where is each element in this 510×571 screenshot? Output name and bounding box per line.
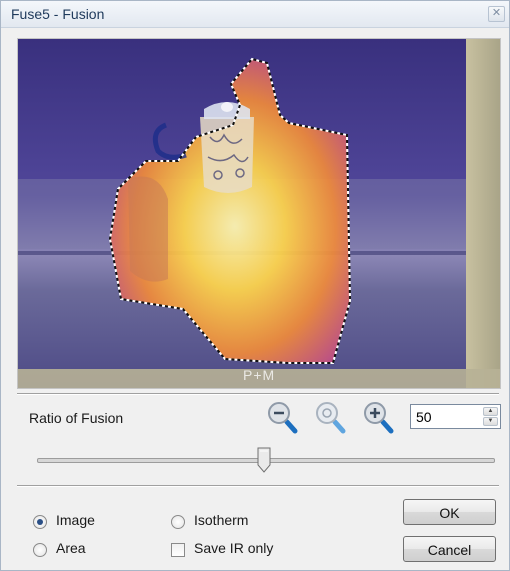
fusion-dialog: Fuse5 - Fusion ✕ P+M Ratio of Fusion 50 … (0, 0, 510, 571)
close-icon: ✕ (491, 7, 502, 19)
ratio-value-spinbox[interactable]: 50 ▲ ▼ (410, 404, 501, 429)
spin-down-button[interactable]: ▼ (483, 417, 498, 426)
zoom-in-icon[interactable] (363, 401, 395, 435)
window-title: Fuse5 - Fusion (11, 6, 105, 22)
area-radio[interactable] (33, 543, 47, 557)
zoom-reset-icon[interactable] (315, 401, 347, 435)
ratio-of-fusion-label: Ratio of Fusion (29, 410, 124, 426)
spin-buttons: ▲ ▼ (483, 407, 498, 426)
image-radio-label: Image (56, 512, 95, 528)
image-radio[interactable] (33, 515, 47, 529)
isotherm-radio-label: Isotherm (194, 512, 249, 528)
area-radio-label: Area (56, 540, 86, 556)
title-bar: Fuse5 - Fusion ✕ (1, 1, 509, 28)
ratio-value-field[interactable]: 50 (416, 409, 432, 425)
spin-up-button[interactable]: ▲ (483, 407, 498, 416)
fusion-image-viewport[interactable]: P+M (17, 38, 501, 389)
zoom-out-icon[interactable] (267, 401, 299, 435)
save-ir-only-label: Save IR only (194, 540, 274, 556)
fusion-slider-thumb[interactable] (257, 447, 271, 473)
image-caption-fragment: P+M (243, 367, 276, 383)
close-button[interactable]: ✕ (488, 6, 505, 22)
separator-top (17, 393, 499, 395)
fused-thermal-image (18, 39, 500, 388)
cancel-button[interactable]: Cancel (403, 536, 496, 562)
save-ir-only-checkbox[interactable] (171, 543, 185, 557)
separator-bottom (17, 485, 499, 487)
isotherm-radio[interactable] (171, 515, 185, 529)
ok-button[interactable]: OK (403, 499, 496, 525)
